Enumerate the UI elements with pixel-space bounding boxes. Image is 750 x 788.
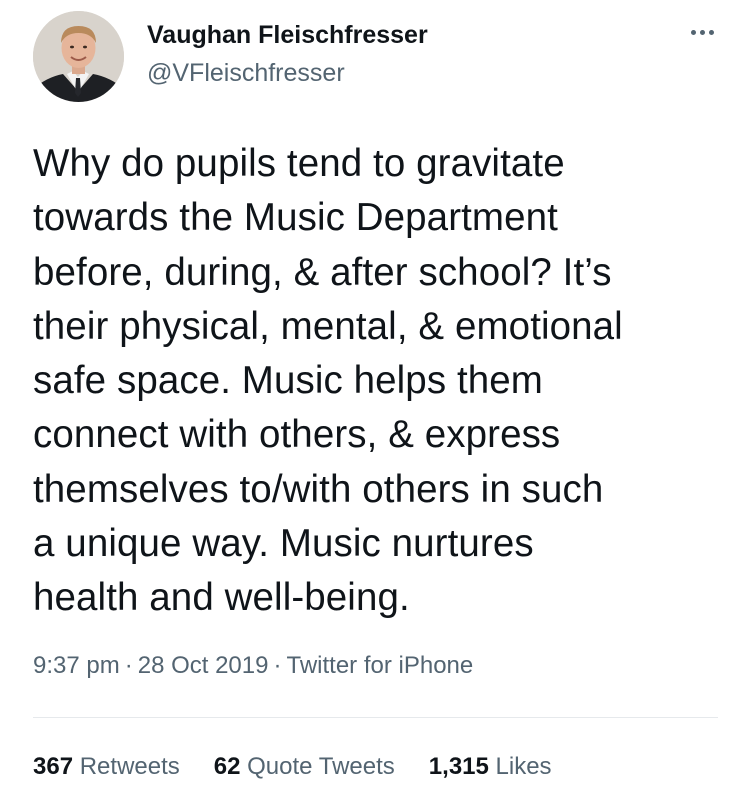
tweet-text-line: safe space. Music helps them [33,359,543,403]
author-handle[interactable]: @VFleischfresser [147,58,345,88]
divider [33,717,718,718]
likes-stat[interactable]: 1,315 Likes [429,751,552,783]
likes-count: 1,315 [428,753,489,780]
more-dot [708,29,714,35]
tweet-text-line: their physical, mental, & emotional [33,304,623,348]
tweet-card: Vaughan Fleischfresser @VFleischfresser … [0,0,750,788]
quote-tweets-stat[interactable]: 62 Quote Tweets [214,751,395,783]
more-icon[interactable] [684,20,720,44]
tweet-text-line: a unique way. Music nurtures [33,522,534,566]
more-dot [699,29,705,35]
retweets-stat[interactable]: 367 Retweets [33,751,180,783]
author-name[interactable]: Vaughan Fleischfresser [147,20,428,50]
tweet-source[interactable]: Twitter for iPhone [286,652,473,679]
tweet-text-line: before, during, & after school? It’s [33,250,612,294]
more-dot [690,29,696,35]
tweet-text-line: Why do pupils tend to gravitate [33,142,565,185]
profile-photo [33,11,124,102]
likes-label: Likes [495,753,552,780]
retweets-label: Retweets [79,753,180,780]
retweets-count: 367 [33,753,74,780]
meta-separator: · [273,652,282,679]
quote-tweets-label: Quote Tweets [247,753,395,780]
tweet-text-line: themselves to/with others in such [33,467,604,511]
tweet-text: Why do pupils tend to gravitate towards … [33,137,723,626]
meta-separator: · [124,652,133,679]
tweet-time[interactable]: 9:37 pm [33,652,120,679]
quote-tweets-count: 62 [213,753,241,780]
tweet-date[interactable]: 28 Oct 2019 [138,652,269,679]
avatar[interactable] [33,11,124,102]
tweet-text-line: connect with others, & express [33,413,561,457]
tweet-stats: 367 Retweets 62 Quote Tweets 1,315 Likes [33,751,552,783]
tweet-meta: 9:37 pm · 28 Oct 2019 · Twitter for iPhone [33,650,473,682]
tweet-text-line: health and well-being. [33,576,410,620]
tweet-text-line: towards the Music Department [33,196,558,240]
